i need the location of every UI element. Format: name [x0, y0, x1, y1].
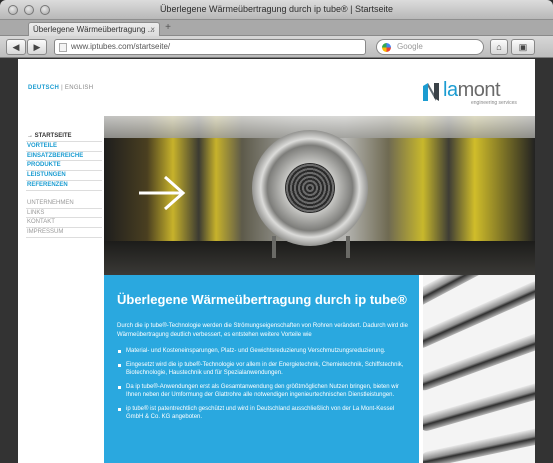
list-item: Material- und Kosteneinsparungen, Platz-…	[117, 347, 409, 356]
nav-item-kontakt[interactable]: KONTAKT	[26, 218, 102, 229]
address-bar[interactable]: www.iptubes.com/startseite/	[54, 39, 366, 55]
browser-toolbar: ◀ ▶ www.iptubes.com/startseite/ Google ⌂…	[0, 36, 553, 58]
title-bar: Überlegene Wärmeübertragung durch ip tub…	[0, 0, 553, 20]
lamont-logo[interactable]: lamont engineering services	[423, 79, 523, 107]
back-button[interactable]: ◀	[6, 39, 26, 55]
tube-shape	[423, 424, 535, 463]
google-icon	[382, 43, 391, 52]
nav-item-referenzen[interactable]: REFERENZEN	[26, 181, 102, 191]
new-tab-button[interactable]: +	[162, 23, 174, 35]
tube-shape	[423, 378, 535, 433]
hero-image	[104, 116, 535, 275]
nav-item-einsatzbereiche[interactable]: EINSATZBEREICHE	[26, 152, 102, 162]
list-item: Eingesetzt wird die ip tube®-Technologie…	[117, 361, 409, 378]
nav-item-leistungen[interactable]: LEISTUNGEN	[26, 171, 102, 181]
tube-bundle-shape	[285, 163, 335, 213]
page-icon	[59, 43, 67, 52]
logo-wordmark: lamont	[443, 79, 501, 101]
lamont-mark-icon	[423, 83, 439, 101]
lang-english-link[interactable]: ENGLISH	[65, 85, 93, 91]
main-navigation: → STARTSEITE VORTEILE EINSATZBEREICHE PR…	[26, 132, 102, 238]
lang-deutsch-link[interactable]: DEUTSCH	[28, 85, 59, 91]
intro-panel: Überlegene Wärmeübertragung durch ip tub…	[104, 275, 419, 463]
window-title: Überlegene Wärmeübertragung durch ip tub…	[159, 4, 394, 14]
list-item: ip tube® ist patentrechtlich geschützt u…	[117, 405, 409, 422]
tab-close-icon[interactable]: ×	[150, 25, 155, 34]
nav-item-startseite[interactable]: → STARTSEITE	[26, 132, 102, 142]
bookmarks-button[interactable]: ▣	[511, 39, 535, 55]
nav-item-links[interactable]: LINKS	[26, 209, 102, 219]
nav-item-vorteile[interactable]: VORTEILE	[26, 142, 102, 152]
intro-text: Durch die ip tube®-Technologie werden di…	[117, 323, 408, 338]
page-headline: Überlegene Wärmeübertragung durch ip tub…	[117, 292, 407, 307]
nav-item-produkte[interactable]: PRODUKTE	[26, 161, 102, 172]
url-text: www.iptubes.com/startseite/	[71, 42, 171, 51]
tab-label: Überlegene Wärmeübertragung ...	[33, 25, 155, 34]
nav-item-impressum[interactable]: IMPRESSUM	[26, 228, 102, 238]
search-input[interactable]: Google	[376, 39, 484, 55]
secondary-navigation: UNTERNEHMEN LINKS KONTAKT IMPRESSUM	[26, 199, 102, 238]
arrow-right-icon	[139, 175, 186, 211]
list-item: Da ip tube®-Anwendungen erst als Gesamta…	[117, 383, 409, 400]
benefit-list: Material- und Kosteneinsparungen, Platz-…	[117, 347, 409, 427]
language-switcher: DEUTSCH | ENGLISH	[28, 85, 93, 91]
forward-button[interactable]: ▶	[27, 39, 47, 55]
search-placeholder: Google	[397, 42, 423, 51]
tab-current[interactable]: Überlegene Wärmeübertragung ... ×	[28, 22, 160, 36]
browser-window: Überlegene Wärmeübertragung durch ip tub…	[0, 0, 553, 463]
exchanger-stand	[272, 236, 350, 258]
tubes-image	[423, 275, 535, 463]
home-button[interactable]: ⌂	[490, 39, 508, 55]
tab-bar: Überlegene Wärmeübertragung ... × +	[0, 20, 553, 36]
nav-item-unternehmen[interactable]: UNTERNEHMEN	[26, 199, 102, 209]
web-page: DEUTSCH | ENGLISH lamont engineering ser…	[18, 59, 535, 463]
logo-tagline: engineering services	[471, 100, 517, 106]
